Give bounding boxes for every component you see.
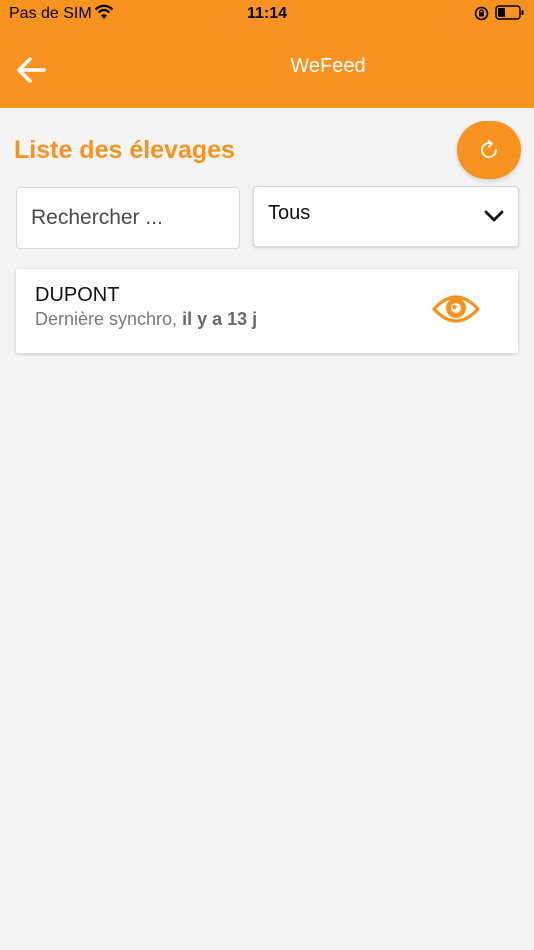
sync-info: Dernière synchro, il y a 13 j — [35, 309, 257, 330]
app-title: WeFeed — [290, 55, 366, 77]
refresh-button[interactable] — [457, 121, 521, 179]
filter-select[interactable]: Tous — [253, 186, 519, 247]
list-item[interactable]: DUPONT Dernière synchro, il y a 13 j — [16, 269, 518, 353]
status-bar: Pas de SIM 11:14 — [0, 0, 534, 28]
sync-age: il y a 13 j — [182, 309, 258, 329]
view-button[interactable] — [432, 291, 480, 332]
filter-select-value: Tous — [268, 202, 311, 224]
search-input[interactable] — [16, 187, 240, 249]
app-header: Pas de SIM 11:14 WeFeed — [0, 0, 534, 108]
battery-icon — [495, 5, 525, 26]
farm-name: DUPONT — [35, 284, 120, 306]
chevron-down-icon — [484, 210, 504, 222]
rotation-lock-icon — [474, 6, 489, 26]
eye-icon — [432, 295, 480, 323]
page-title: Liste des élevages — [14, 136, 235, 164]
sync-label: Dernière synchro, — [35, 309, 178, 329]
status-time: 11:14 — [246, 5, 288, 22]
refresh-icon — [481, 140, 497, 158]
